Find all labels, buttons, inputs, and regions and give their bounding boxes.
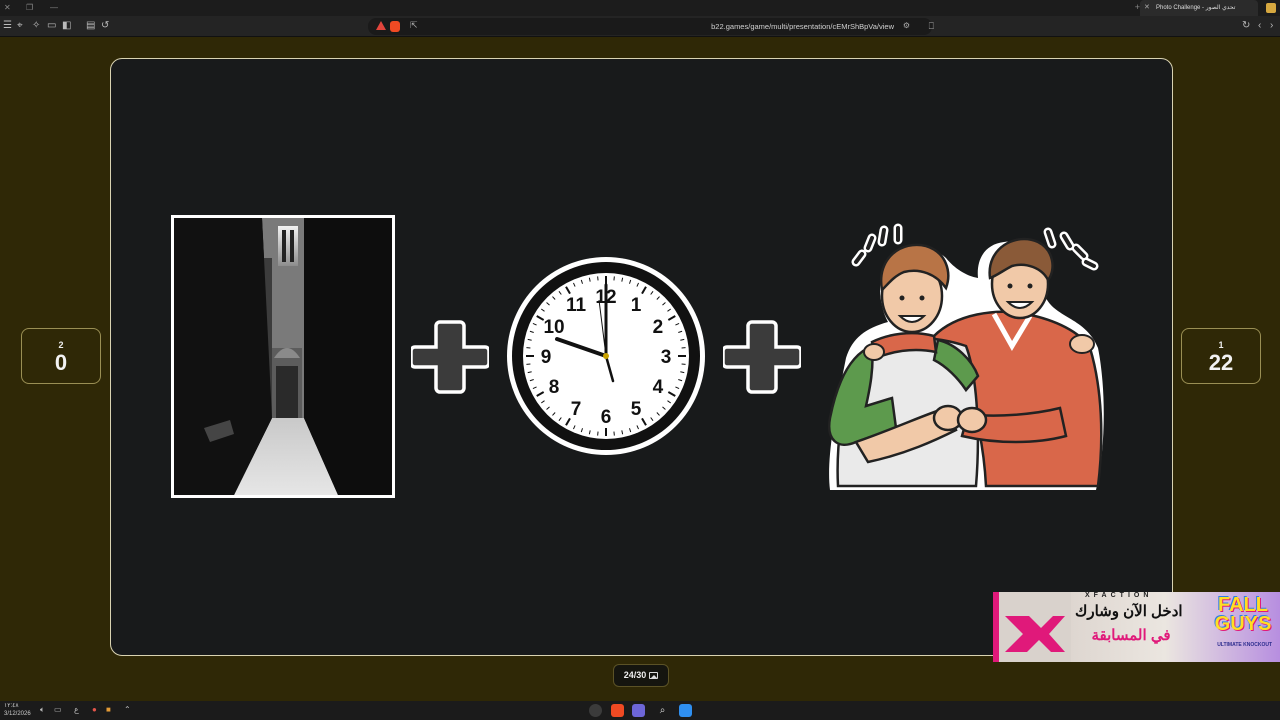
- clock-illustration: 121234567891011: [507, 257, 705, 455]
- clock-number: 2: [653, 317, 664, 338]
- menu-icon[interactable]: ☰: [3, 20, 12, 32]
- back-icon[interactable]: ‹: [1258, 20, 1261, 32]
- tray-time: ١٢:٤٨: [4, 703, 19, 709]
- minimize-window-icon[interactable]: —: [50, 3, 58, 12]
- forward-icon[interactable]: ›: [1270, 20, 1273, 32]
- speaker-icon[interactable]: 🔈︎: [40, 705, 45, 715]
- brave-shields-icon[interactable]: [390, 21, 400, 32]
- player-score-right: 1 22: [1181, 328, 1261, 384]
- sponsor-banner[interactable]: XFACTION ادخل الآن وشارك في المسابقة FAL…: [993, 592, 1280, 662]
- xfaction-logo: [993, 592, 1071, 662]
- player-score-left: 2 0: [21, 328, 101, 384]
- clock-number: 8: [549, 377, 560, 398]
- location-icon[interactable]: ⌖: [17, 20, 23, 32]
- url-text: b22.games/game/multi/presentation/cEMrSh…: [711, 22, 894, 31]
- network-icon[interactable]: ▭: [54, 705, 62, 714]
- brand-text: XFACTION: [1085, 592, 1153, 599]
- clock-center: [603, 353, 609, 359]
- fall-guys-subtitle: ULTIMATE KNOCKOUT: [1217, 642, 1272, 648]
- clock-number: 9: [541, 347, 552, 368]
- clock-number: 4: [653, 377, 664, 398]
- fall-guys-logo: FALL GUYS: [1214, 594, 1272, 635]
- bookmark-icon[interactable]: ⎕: [929, 21, 934, 32]
- player-points: 0: [54, 350, 68, 375]
- chrome-taskbar-icon[interactable]: [589, 704, 602, 717]
- search-icon[interactable]: ⌕: [656, 704, 669, 717]
- tray-app-icon[interactable]: ■: [106, 705, 111, 714]
- dark-alley-photo: [171, 215, 395, 498]
- sidebar-icon[interactable]: ◧: [62, 20, 71, 32]
- address-bar[interactable]: ⇱ b22.games/game/multi/presentation/cEMr…: [368, 18, 934, 35]
- browser-toolbar: ☰ ⌖ ✧ ▭ ◧ ▤ ↺ ⇱ b22.games/game/multi/pre…: [0, 16, 1280, 37]
- question-counter[interactable]: 24/30: [613, 664, 669, 687]
- browser-tab-bar: ✕ ❐ — + ✕ Photo Challenge - تحدي الصور: [0, 0, 1280, 16]
- player-rank: 1: [1218, 340, 1224, 350]
- ad-line-2: في المسابقة: [1091, 627, 1171, 644]
- counter-text: 24/30: [623, 670, 647, 680]
- image-icon: [649, 672, 659, 679]
- brave-taskbar-icon[interactable]: [611, 704, 624, 717]
- os-taskbar: ١٢:٤٨ 3/12/2026 🔈︎ ▭ ع ● ■ ⌃ ⌕: [0, 701, 1280, 720]
- microphone-icon[interactable]: ●: [92, 705, 97, 714]
- brave-rewards-icon[interactable]: [376, 21, 386, 30]
- pin-icon[interactable]: ✧: [32, 20, 40, 32]
- tab-title: Photo Challenge - تحدي الصور: [1156, 5, 1236, 11]
- clock-number: 11: [566, 295, 587, 316]
- site-settings-icon[interactable]: ⚙: [903, 21, 910, 30]
- tray-date: 3/12/2026: [4, 711, 31, 717]
- history-icon[interactable]: ↺: [101, 20, 109, 32]
- language-icon[interactable]: ع: [74, 705, 79, 714]
- active-tab[interactable]: ✕ Photo Challenge - تحدي الصور: [1140, 0, 1258, 16]
- plus-icon: [411, 320, 489, 394]
- share-icon[interactable]: ⇱: [410, 20, 418, 31]
- clock-tray[interactable]: ١٢:٤٨ 3/12/2026: [4, 702, 31, 718]
- clock-number: 1: [631, 295, 642, 316]
- windows-start-icon[interactable]: [679, 704, 692, 717]
- clock-number: 6: [601, 407, 612, 428]
- close-window-icon[interactable]: ✕: [4, 3, 11, 12]
- clock-number: 7: [571, 399, 582, 420]
- show-hidden-icon[interactable]: ⌃: [124, 705, 131, 714]
- player-points: 22: [1208, 350, 1234, 375]
- clock-number: 3: [661, 347, 672, 368]
- restore-window-icon[interactable]: ❐: [26, 3, 33, 12]
- player-rank: 2: [58, 340, 64, 350]
- close-tab-icon[interactable]: ✕: [1144, 3, 1150, 11]
- tabs-icon[interactable]: ▤: [86, 20, 95, 32]
- ad-line-1: ادخل الآن وشارك: [1075, 603, 1183, 620]
- plus-icon: [723, 320, 801, 394]
- two-friends-illustration: [827, 223, 1104, 490]
- clock-number: 5: [631, 399, 642, 420]
- reload-icon[interactable]: ↻: [1242, 20, 1250, 32]
- tab-favicon: [1266, 3, 1276, 13]
- discord-taskbar-icon[interactable]: [632, 704, 645, 717]
- clock-number: 10: [543, 317, 564, 338]
- window-icon[interactable]: ▭: [47, 20, 56, 32]
